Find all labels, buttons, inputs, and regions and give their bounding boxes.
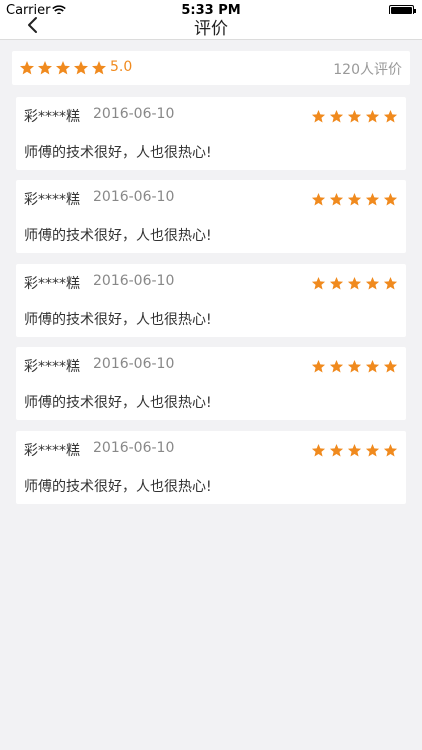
reviewer-name: 彩****糕 (24, 443, 80, 459)
review-stars (311, 276, 398, 291)
review-card: 彩****糕 2016-06-10 师傅的技术很好，人也很热心! (16, 264, 406, 337)
review-count: 120人评价 (333, 62, 402, 78)
star-icon (329, 443, 344, 457)
star-icon (329, 276, 344, 290)
star-icon (56, 61, 70, 75)
star-icon (383, 276, 398, 290)
star-icon (347, 276, 362, 290)
review-card: 彩****糕 2016-06-10 师傅的技术很好，人也很热心! (16, 97, 406, 170)
review-date: 2016-06-10 (93, 189, 175, 205)
review-text: 师傅的技术很好，人也很热心! (24, 395, 212, 411)
star-icon (20, 61, 34, 75)
star-icon (92, 61, 106, 75)
star-icon (347, 359, 362, 373)
review-card: 彩****糕 2016-06-10 师傅的技术很好，人也很热心! (16, 431, 406, 504)
star-icon (347, 192, 362, 206)
star-icon (365, 192, 380, 206)
review-stars (311, 359, 398, 374)
rating-summary: 5.0 120人评价 (12, 51, 410, 85)
star-icon (383, 192, 398, 206)
review-date: 2016-06-10 (93, 356, 175, 372)
star-icon (311, 359, 326, 373)
star-icon (365, 359, 380, 373)
review-text: 师傅的技术很好，人也很热心! (24, 145, 212, 161)
summary-stars (19, 60, 109, 76)
page-title: 评价 (194, 19, 228, 39)
star-icon (383, 359, 398, 373)
nav-bar: 评价 (0, 14, 422, 40)
review-date: 2016-06-10 (93, 273, 175, 289)
average-score: 5.0 (110, 59, 133, 75)
review-card: 彩****糕 2016-06-10 师傅的技术很好，人也很热心! (16, 347, 406, 420)
star-icon (311, 192, 326, 206)
star-icon (329, 192, 344, 206)
star-icon (365, 443, 380, 457)
review-stars (311, 192, 398, 207)
star-icon (365, 109, 380, 123)
star-icon (347, 443, 362, 457)
review-stars (311, 109, 398, 124)
review-date: 2016-06-10 (93, 440, 175, 456)
star-icon (311, 109, 326, 123)
star-icon (329, 109, 344, 123)
star-icon (74, 61, 88, 75)
reviewer-name: 彩****糕 (24, 109, 80, 125)
reviewer-name: 彩****糕 (24, 359, 80, 375)
star-icon (383, 109, 398, 123)
star-icon (38, 61, 52, 75)
star-icon (311, 276, 326, 290)
review-stars (311, 443, 398, 458)
review-text: 师傅的技术很好，人也很热心! (24, 312, 212, 328)
star-icon (329, 359, 344, 373)
star-icon (383, 443, 398, 457)
review-card: 彩****糕 2016-06-10 师傅的技术很好，人也很热心! (16, 180, 406, 253)
star-icon (311, 443, 326, 457)
reviewer-name: 彩****糕 (24, 276, 80, 292)
review-text: 师傅的技术很好，人也很热心! (24, 228, 212, 244)
review-date: 2016-06-10 (93, 106, 175, 122)
star-icon (347, 109, 362, 123)
reviewer-name: 彩****糕 (24, 192, 80, 208)
star-icon (365, 276, 380, 290)
review-text: 师傅的技术很好，人也很热心! (24, 479, 212, 495)
